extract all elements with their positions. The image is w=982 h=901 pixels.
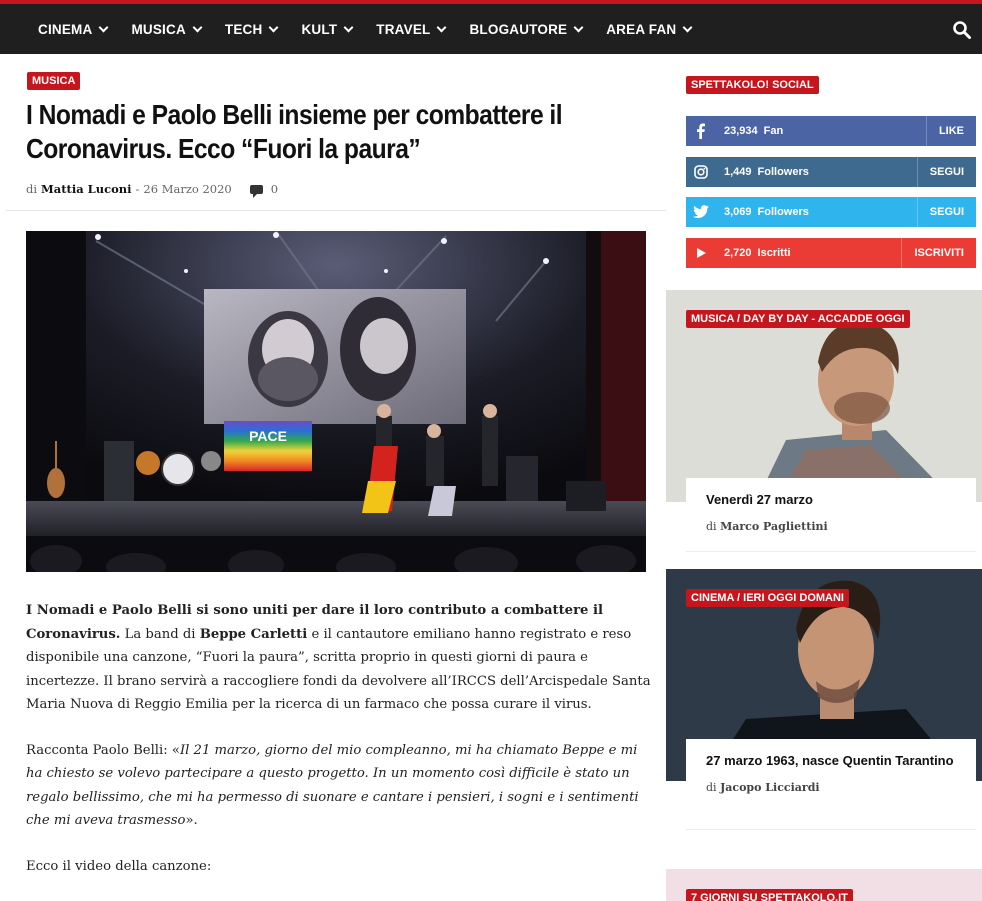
facebook-icon	[686, 116, 716, 146]
nav-item-label: MUSICA	[131, 21, 186, 37]
flag-text: PACE	[249, 428, 287, 444]
social-unit: Fan	[763, 125, 784, 137]
paragraph-2: Racconta Paolo Belli: «Il 21 marzo, gior…	[26, 739, 654, 833]
social-count: 23,934	[724, 125, 758, 137]
instagram-follow-button[interactable]: 1,449 Followers SEGUI	[686, 157, 976, 187]
search-icon[interactable]	[952, 20, 972, 40]
nav-item-label: CINEMA	[38, 21, 93, 37]
chevron-down-icon	[343, 22, 354, 32]
chevron-down-icon	[192, 22, 203, 32]
social-unit: Followers	[757, 166, 809, 178]
chevron-down-icon	[269, 22, 279, 32]
chevron-down-icon	[99, 22, 109, 32]
category-badge[interactable]: MUSICA	[27, 72, 81, 90]
facebook-like-button[interactable]: 23,934 Fan LIKE	[686, 116, 976, 146]
nav-item-blogautore[interactable]: BLOGAUTORE	[469, 21, 584, 37]
byline-prefix: di	[26, 182, 38, 196]
sidebar-article-card[interactable]: CINEMA / IERI OGGI DOMANI 27 marzo 1963,…	[666, 569, 982, 831]
social-action[interactable]: ISCRIVITI	[901, 238, 976, 268]
social-action[interactable]: LIKE	[925, 116, 976, 146]
article-column: MUSICA I Nomadi e Paolo Belli insieme pe…	[6, 54, 666, 901]
card-author[interactable]: Marco Pagliettini	[720, 520, 828, 533]
nav-item-cinema[interactable]: CINEMA	[38, 21, 109, 37]
article-body: I Nomadi e Paolo Belli si sono uniti per…	[26, 599, 654, 900]
card-author[interactable]: Jacopo Licciardi	[720, 781, 820, 794]
main-menu: CINEMA MUSICA TECH KULT TRAVEL BLOGAUTOR…	[38, 4, 715, 54]
sidebar-article-card[interactable]: MUSICA / DAY BY DAY - ACCADDE OGGI Vener…	[666, 290, 982, 552]
byline-separator: -	[135, 182, 140, 196]
publish-date: 26 Marzo 2020	[143, 182, 232, 196]
chevron-down-icon	[573, 22, 584, 32]
chevron-down-icon	[437, 22, 447, 32]
nav-item-area-fan[interactable]: AREA FAN	[606, 21, 693, 37]
byline-prefix: di	[706, 781, 717, 794]
card-text-box: Venerdì 27 marzo di Marco Pagliettini	[686, 478, 976, 545]
social-count: 3,069	[724, 206, 752, 218]
twitter-icon	[686, 197, 716, 227]
social-unit: Followers	[757, 206, 809, 218]
author-link[interactable]: Mattia Luconi	[41, 182, 131, 196]
text-run: Racconta Paolo Belli: «	[26, 742, 180, 758]
byline: di Mattia Luconi - 26 Marzo 2020 0	[26, 182, 278, 198]
card-byline: di Marco Pagliettini	[706, 520, 956, 533]
social-action[interactable]: SEGUI	[916, 157, 976, 187]
bold-text: Beppe Carletti	[199, 626, 308, 642]
nav-item-kult[interactable]: KULT	[301, 21, 354, 37]
nav-item-label: AREA FAN	[606, 21, 677, 37]
byline-prefix: di	[706, 520, 717, 533]
paragraph-3: Ecco il video della canzone:	[26, 858, 212, 874]
social-count: 2,720	[724, 247, 752, 259]
youtube-icon	[686, 238, 716, 268]
top-navigation-bar: CINEMA MUSICA TECH KULT TRAVEL BLOGAUTOR…	[0, 0, 982, 54]
card-title[interactable]: 27 marzo 1963, nasce Quentin Tarantino	[706, 753, 956, 769]
nav-item-label: BLOGAUTORE	[469, 21, 568, 37]
card-byline: di Jacopo Licciardi	[706, 781, 956, 794]
card-category-badge[interactable]: CINEMA / IERI OGGI DOMANI	[686, 589, 849, 607]
concert-stage-image: PACE	[26, 231, 646, 572]
twitter-follow-button[interactable]: 3,069 Followers SEGUI	[686, 197, 976, 227]
card-divider	[686, 829, 976, 830]
comment-count[interactable]: 0	[271, 182, 278, 196]
nav-item-label: TRAVEL	[376, 21, 431, 37]
social-count: 1,449	[724, 166, 752, 178]
card-title[interactable]: Venerdì 27 marzo	[706, 492, 956, 508]
sidebar: SPETTAKOLO! SOCIAL 23,934 Fan LIKE 1,449…	[666, 54, 982, 901]
text-run: ».	[185, 813, 198, 828]
nav-item-tech[interactable]: TECH	[224, 21, 279, 37]
nav-item-label: TECH	[224, 21, 263, 37]
card-text-box: 27 marzo 1963, nasce Quentin Tarantino d…	[686, 739, 976, 806]
card-divider	[686, 551, 976, 552]
nav-item-travel[interactable]: TRAVEL	[376, 21, 447, 37]
instagram-icon	[686, 157, 716, 187]
social-unit: Iscritti	[757, 247, 791, 259]
social-action[interactable]: SEGUI	[916, 197, 976, 227]
nav-item-musica[interactable]: MUSICA	[131, 21, 203, 37]
comment-icon[interactable]	[249, 184, 263, 198]
social-widget-title: SPETTAKOLO! SOCIAL	[686, 76, 819, 94]
paragraph-1: I Nomadi e Paolo Belli si sono uniti per…	[26, 599, 654, 717]
nav-item-label: KULT	[301, 21, 338, 37]
article-photo: PACE	[26, 231, 646, 572]
weekly-promo-widget: 7 GIORNI SU SPETTAKOLO.IT	[666, 869, 982, 901]
header-divider	[6, 210, 666, 211]
chevron-down-icon	[682, 22, 693, 32]
text-run: La band di	[120, 626, 200, 642]
promo-badge[interactable]: 7 GIORNI SU SPETTAKOLO.IT	[686, 889, 853, 901]
article-title: I Nomadi e Paolo Belli insieme per comba…	[26, 99, 563, 164]
youtube-subscribe-button[interactable]: 2,720 Iscritti ISCRIVITI	[686, 238, 976, 268]
card-category-badge[interactable]: MUSICA / DAY BY DAY - ACCADDE OGGI	[686, 310, 910, 328]
